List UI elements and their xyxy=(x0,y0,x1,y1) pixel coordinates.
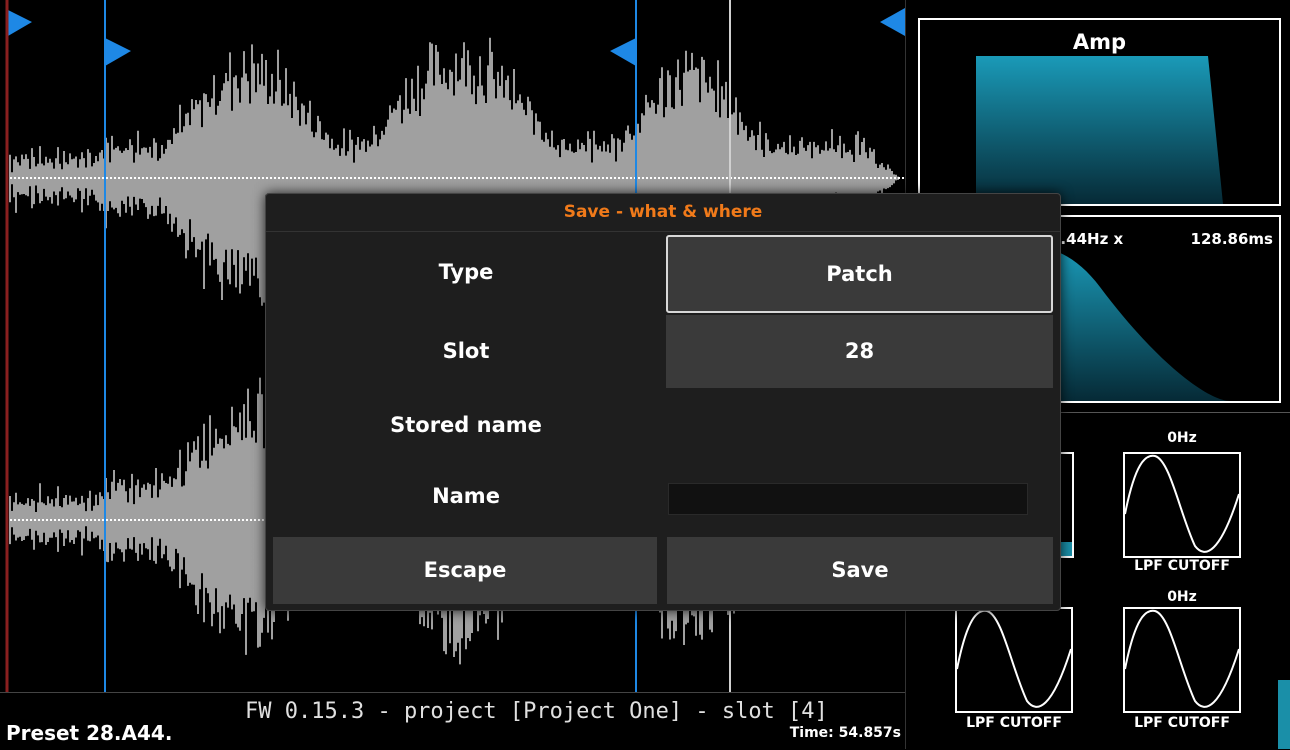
loop-end-marker-flag[interactable] xyxy=(610,38,636,66)
sampler-screen: FW 0.15.3 - project [Project One] - slot… xyxy=(0,0,1290,750)
mod-slot-3[interactable] xyxy=(955,607,1073,713)
type-label: Type xyxy=(438,260,494,284)
sine-wave-icon xyxy=(1124,609,1240,708)
stored-name-label: Stored name xyxy=(390,413,542,437)
mod-slot-4-target: LPF CUTOFF xyxy=(1134,715,1230,731)
mod-slot-1-target: LPF CUTOFF xyxy=(1134,558,1230,574)
sine-wave-icon xyxy=(956,609,1072,708)
escape-button[interactable]: Escape xyxy=(273,537,657,604)
name-input[interactable] xyxy=(668,483,1028,515)
sample-end-flag[interactable] xyxy=(880,8,905,36)
amp-envelope-panel[interactable]: Amp xyxy=(918,18,1281,206)
amp-title: Amp xyxy=(1072,30,1127,54)
mod-slot-1-rate: 0Hz xyxy=(1167,430,1197,446)
level-meter xyxy=(1278,680,1290,749)
lfo-time: 128.86ms xyxy=(1190,230,1273,248)
mod-slot-2-rate: 0Hz xyxy=(1167,589,1197,605)
mod-slot-4[interactable] xyxy=(1123,607,1241,713)
mod-slot-3-target: LPF CUTOFF xyxy=(966,715,1062,731)
save-button[interactable]: Save xyxy=(667,537,1053,604)
sine-wave-icon xyxy=(1124,454,1240,553)
firmware-project-line: FW 0.15.3 - project [Project One] - slot… xyxy=(245,699,828,724)
slot-label: Slot xyxy=(442,339,490,363)
amp-envelope-shape xyxy=(976,56,1223,204)
mod-slot-1[interactable] xyxy=(1123,452,1241,558)
type-selector[interactable]: Patch xyxy=(666,235,1053,313)
name-label: Name xyxy=(432,484,500,508)
sample-start-flag[interactable] xyxy=(8,10,32,36)
status-footer: FW 0.15.3 - project [Project One] - slot… xyxy=(0,692,905,750)
slot-selector[interactable]: 28 xyxy=(666,315,1053,388)
preset-name: Preset 28.A44. xyxy=(6,721,173,745)
time-readout: Time: 54.857s xyxy=(789,725,901,741)
loop-start-marker-flag[interactable] xyxy=(105,38,131,66)
dialog-title: Save - what & where xyxy=(266,194,1060,232)
save-dialog: Save - what & where Type Patch Slot 28 S… xyxy=(265,193,1061,611)
